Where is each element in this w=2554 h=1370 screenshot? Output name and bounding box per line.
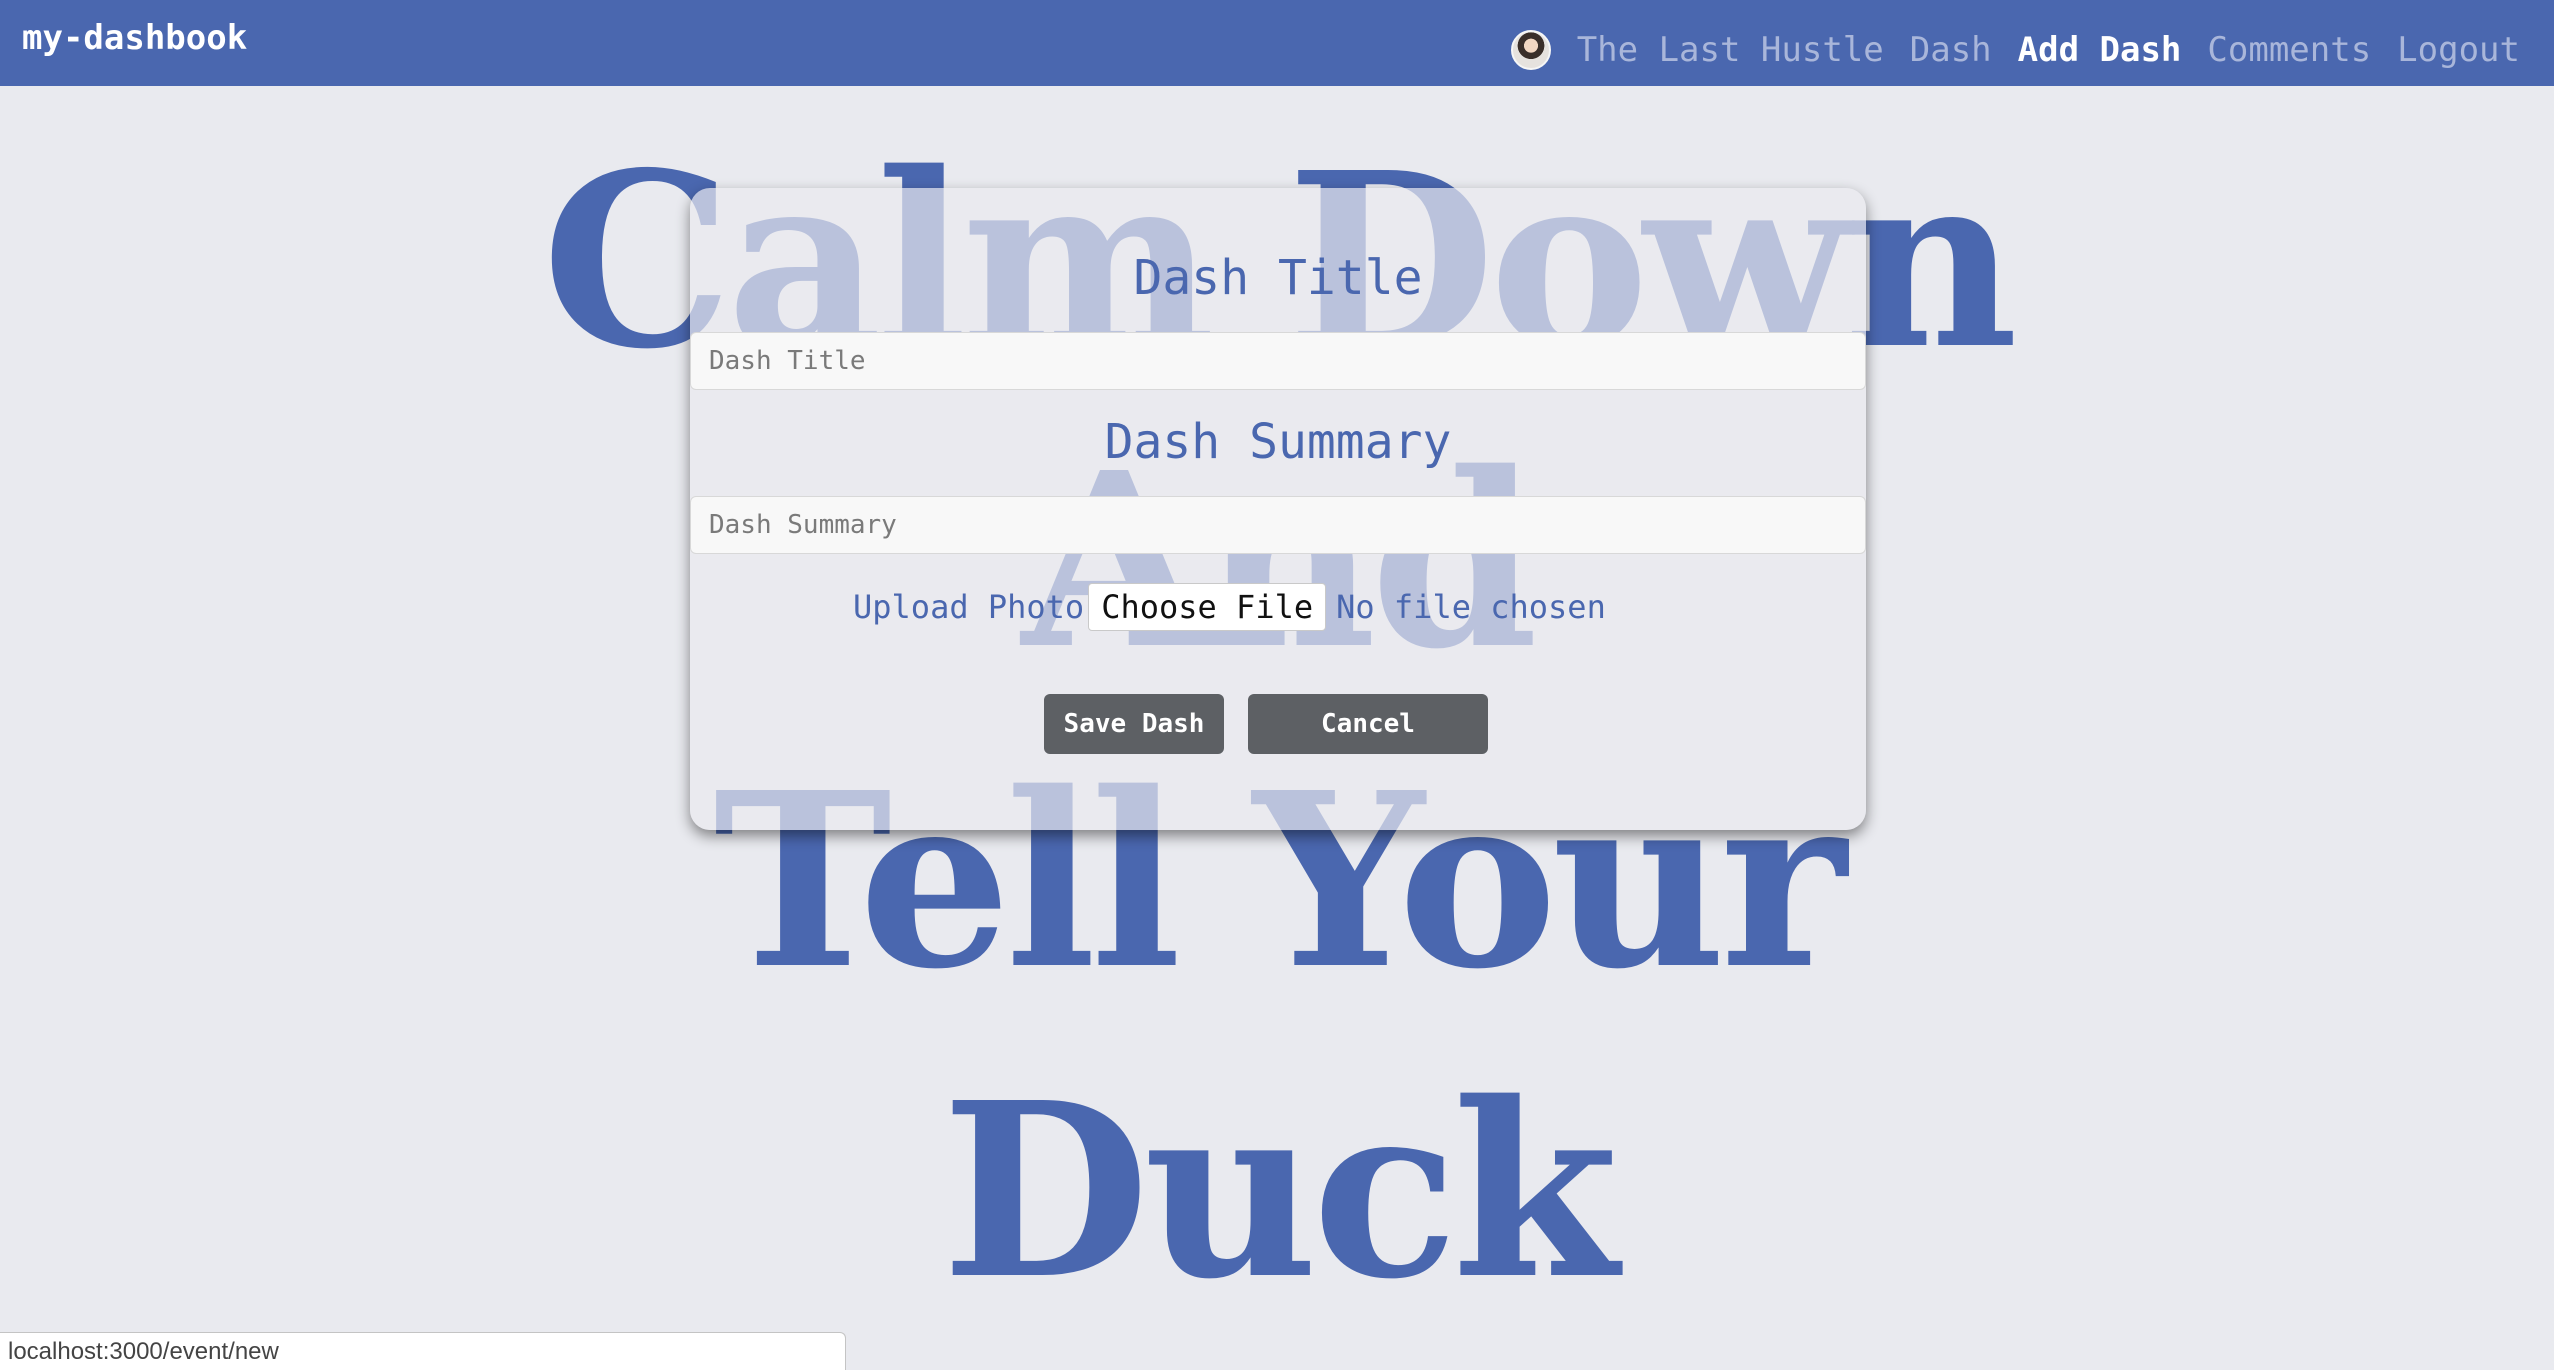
choose-file-button[interactable]: Choose File [1088, 583, 1327, 631]
cancel-button[interactable]: Cancel [1248, 694, 1488, 754]
nav-link-logout[interactable]: Logout [2397, 30, 2520, 70]
nav-link-comments[interactable]: Comments [2207, 30, 2371, 70]
avatar[interactable] [1510, 30, 1551, 70]
save-dash-button[interactable]: Save Dash [1044, 694, 1224, 754]
browser-status-bar: localhost:3000/event/new [0, 1332, 846, 1370]
nav-link-dash[interactable]: Dash [1910, 30, 1992, 70]
dash-summary-label: Dash Summary [1104, 414, 1452, 470]
upload-photo-label: Upload Photo [853, 588, 1085, 626]
nav-links: The Last Hustle Dash Add Dash Comments L… [1510, 0, 2520, 100]
no-file-status: No file chosen [1336, 588, 1606, 626]
hero-line: Duck [941, 1050, 1618, 1332]
nav-link-the-last-hustle[interactable]: The Last Hustle [1577, 30, 1884, 70]
top-navbar: my-dashbook The Last Hustle Dash Add Das… [0, 0, 2554, 86]
dash-title-input[interactable] [690, 332, 1866, 390]
dash-title-label: Dash Title [1133, 250, 1423, 306]
dash-summary-input[interactable] [690, 496, 1866, 554]
brand-logo[interactable]: my-dashbook [22, 18, 247, 58]
add-dash-form: Dash Title Dash Summary Upload Photo Cho… [690, 188, 1866, 830]
nav-link-add-dash[interactable]: Add Dash [2018, 30, 2182, 70]
upload-photo-row: Upload Photo Choose File No file chosen [853, 580, 1606, 634]
